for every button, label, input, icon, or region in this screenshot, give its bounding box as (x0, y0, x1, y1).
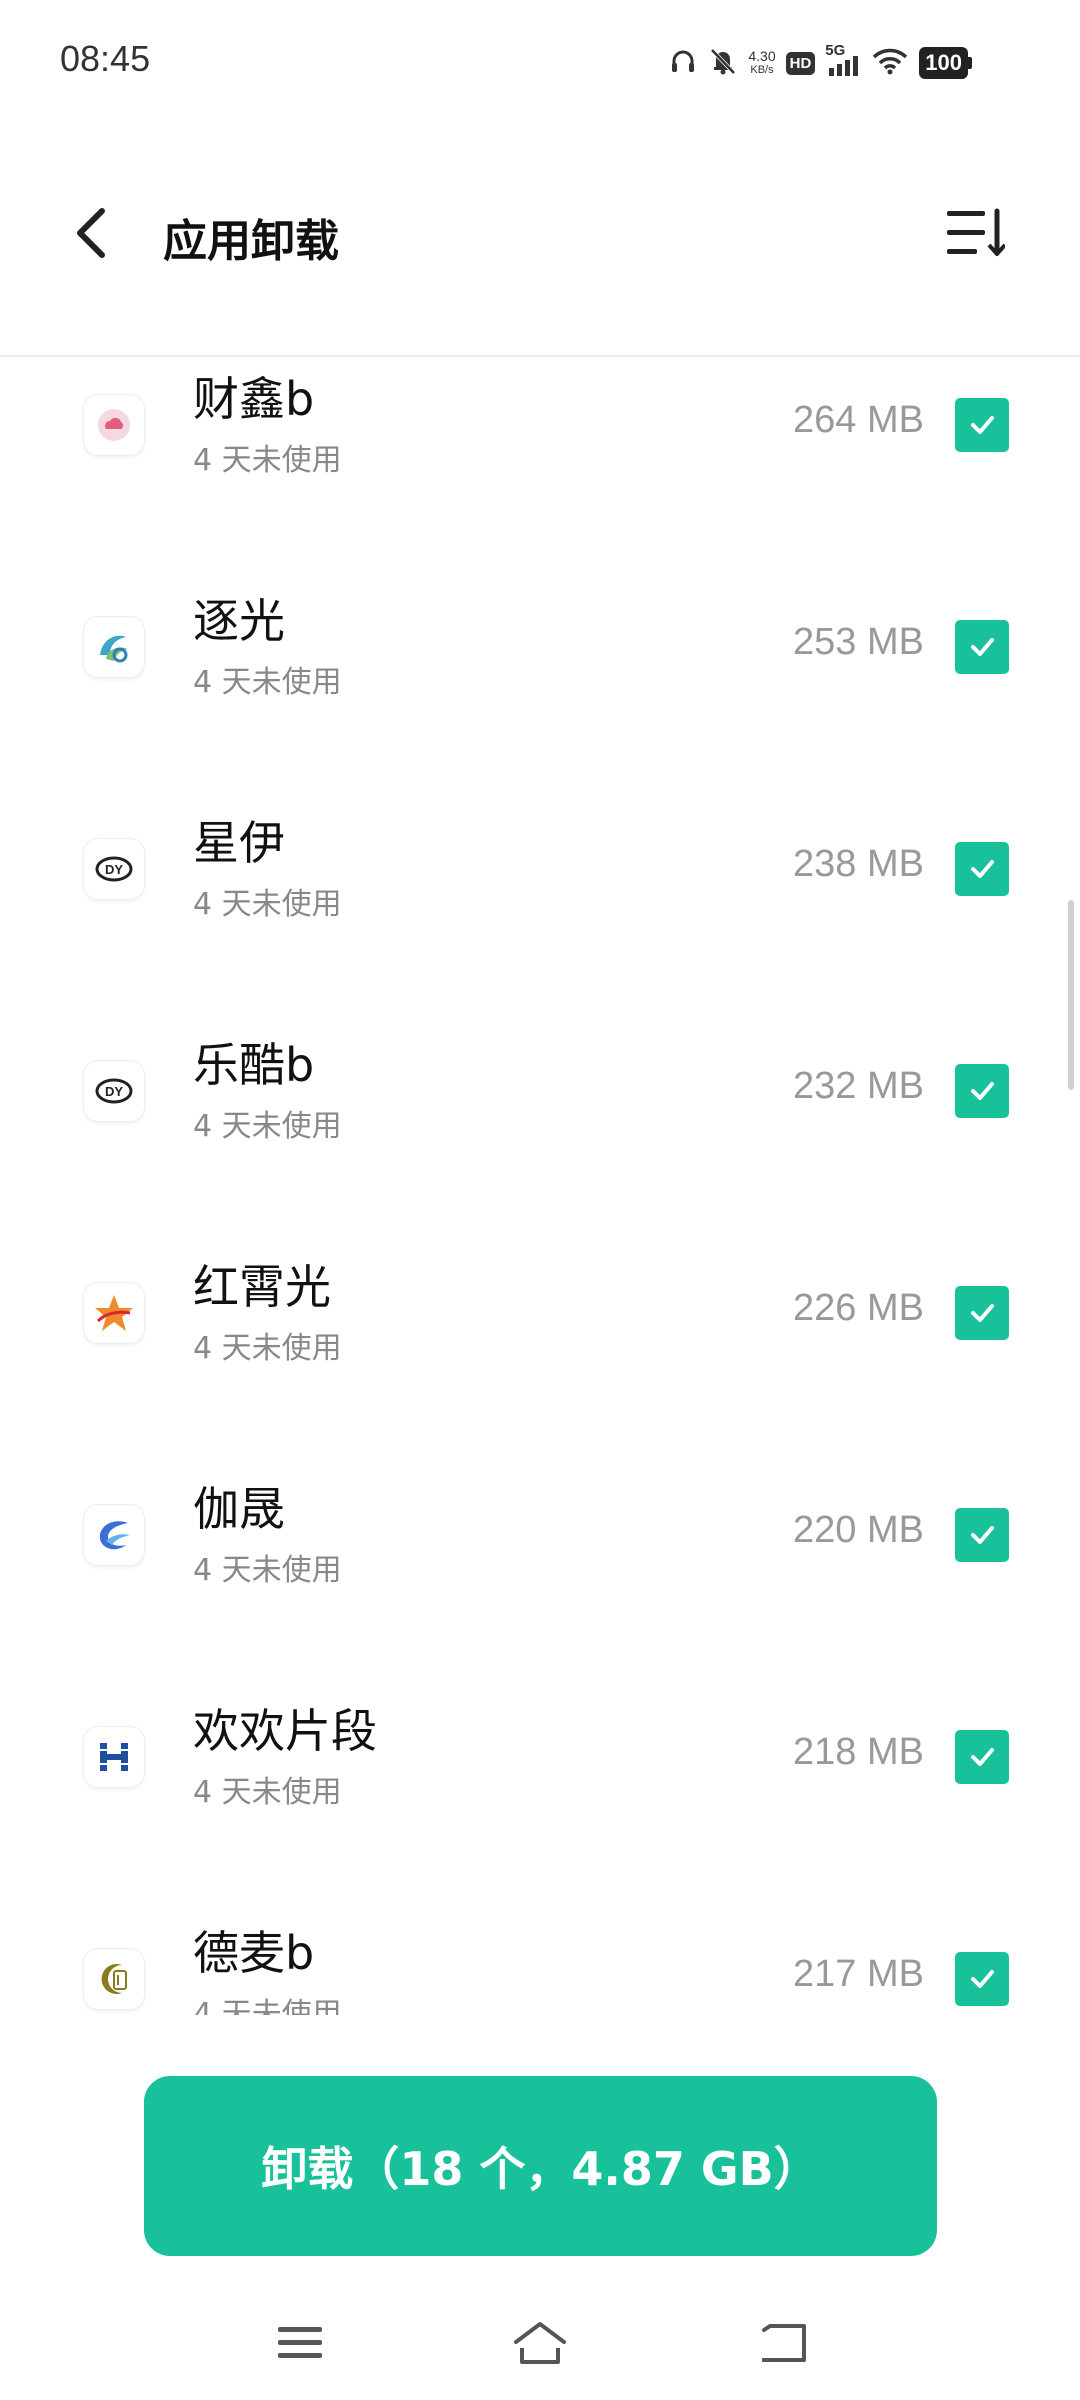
status-time: 08:45 (60, 38, 151, 79)
back-arrow-icon (756, 2320, 808, 2370)
app-name: 乐酷b (193, 1038, 315, 1092)
nav-menu-button[interactable] (260, 2310, 340, 2380)
app-checkbox[interactable] (955, 1286, 1009, 1340)
list-item[interactable]: 伽晟 4 天未使用 220 MB (0, 1467, 1080, 1689)
battery-level: 100 (919, 47, 968, 79)
back-button[interactable] (60, 200, 120, 270)
app-size: 218 MB (793, 1731, 924, 1773)
list-item[interactable]: 欢欢片段 4 天未使用 218 MB (0, 1689, 1080, 1911)
app-size: 253 MB (793, 621, 924, 663)
app-size: 232 MB (793, 1065, 924, 1107)
svg-text:DY: DY (105, 862, 123, 877)
network-speed: 4.30 KB/s (748, 49, 775, 77)
wifi-icon (871, 46, 909, 80)
app-checkbox[interactable] (955, 1508, 1009, 1562)
app-checkbox[interactable] (955, 620, 1009, 674)
check-icon (971, 1082, 994, 1100)
signal-label: 5G (825, 42, 846, 59)
app-name: 逐光 (193, 594, 285, 648)
app-icon-hongxiaoguang (84, 1283, 144, 1343)
network-speed-value: 4.30 (748, 48, 776, 64)
sort-button[interactable] (940, 200, 1010, 270)
app-checkbox[interactable] (955, 1064, 1009, 1118)
app-name: 欢欢片段 (193, 1704, 377, 1758)
app-checkbox[interactable] (955, 1952, 1009, 2006)
app-icon-zhuguang (84, 617, 144, 677)
app-checkbox[interactable] (955, 842, 1009, 896)
menu-icon (276, 2323, 324, 2367)
app-name: 伽晟 (193, 1482, 285, 1536)
list-item[interactable]: DY 乐酷b 4 天未使用 232 MB (0, 1023, 1080, 1245)
list-item[interactable]: 财鑫b 4 天未使用 264 MB (0, 357, 1080, 579)
list-item[interactable]: 逐光 4 天未使用 253 MB (0, 579, 1080, 801)
check-icon (971, 416, 994, 434)
app-bar: 应用卸载 (0, 175, 1080, 295)
list-item[interactable]: 德麦b 4 天未使用 217 MB (0, 1911, 1080, 2015)
check-icon (971, 638, 994, 656)
app-name: 星伊 (193, 816, 285, 870)
app-usage: 4 天未使用 (193, 1775, 342, 1810)
uninstall-button[interactable]: 卸载（18 个，4.87 GB） (144, 2076, 937, 2256)
app-icon-huanhuan (84, 1727, 144, 1787)
app-usage: 4 天未使用 (193, 1553, 342, 1588)
app-icon-leku: DY (84, 1061, 144, 1121)
status-icons: 4.30 KB/s HD 5G 100 (668, 38, 972, 88)
check-icon (971, 1970, 994, 1988)
nav-back-button[interactable] (742, 2310, 822, 2380)
app-usage: 4 天未使用 (193, 665, 342, 700)
status-bar: 08:45 4.30 KB/s HD 5G 100 (0, 0, 1080, 125)
app-usage: 4 天未使用 (193, 1331, 342, 1366)
app-size: 264 MB (793, 399, 924, 441)
app-name: 德麦b (193, 1926, 315, 1980)
app-icon-xingyi: DY (84, 839, 144, 899)
svg-text:DY: DY (105, 1084, 123, 1099)
app-icon-demai (84, 1949, 144, 2009)
check-icon (971, 1526, 994, 1544)
network-speed-unit: KB/s (750, 64, 774, 76)
hd-badge: HD (785, 51, 816, 75)
list-item[interactable]: 红霄光 4 天未使用 226 MB (0, 1245, 1080, 1467)
app-size: 217 MB (793, 1953, 924, 1995)
scrollbar[interactable] (1068, 900, 1074, 1090)
app-name: 红霄光 (193, 1260, 331, 1314)
app-usage: 4 天未使用 (193, 1109, 342, 1144)
app-size: 238 MB (793, 843, 924, 885)
app-name: 财鑫b (193, 372, 315, 426)
headphones-icon (668, 46, 698, 80)
navigation-bar (0, 2290, 1080, 2400)
app-list[interactable]: 财鑫b 4 天未使用 264 MB 逐光 4 天未使用 253 MB DY 星伊… (0, 357, 1080, 2015)
chevron-left-icon (72, 205, 108, 265)
app-usage: 4 天未使用 (193, 443, 342, 478)
app-size: 226 MB (793, 1287, 924, 1329)
check-icon (971, 860, 994, 878)
sort-menu-icon (945, 207, 1007, 263)
battery-icon: 100 (919, 47, 972, 79)
check-icon (971, 1748, 994, 1766)
app-checkbox[interactable] (955, 398, 1009, 452)
app-icon-jiasheng (84, 1505, 144, 1565)
page-title: 应用卸载 (163, 216, 339, 267)
app-icon-caixin (84, 395, 144, 455)
check-icon (971, 1304, 994, 1322)
app-checkbox[interactable] (955, 1730, 1009, 1784)
cellular-signal-icon: 5G (825, 42, 861, 78)
bell-muted-icon (708, 46, 738, 80)
app-size: 220 MB (793, 1509, 924, 1551)
nav-home-button[interactable] (500, 2310, 580, 2380)
list-item[interactable]: DY 星伊 4 天未使用 238 MB (0, 801, 1080, 1023)
app-usage: 4 天未使用 (193, 1997, 342, 2015)
home-icon (510, 2320, 570, 2370)
app-usage: 4 天未使用 (193, 887, 342, 922)
